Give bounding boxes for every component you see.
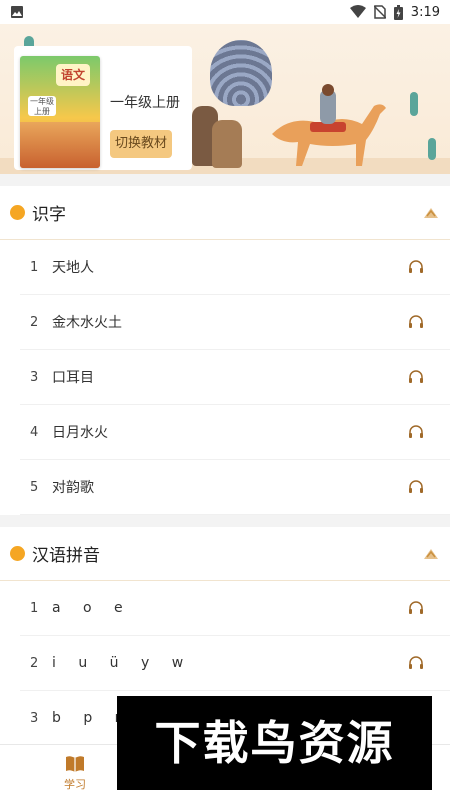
- section-header-literacy[interactable]: 识字: [0, 186, 450, 240]
- watermark-banner: 下载鸟资源: [117, 696, 432, 790]
- section-title: 识字: [32, 205, 66, 225]
- clock: 3:19: [410, 4, 440, 20]
- lesson-item[interactable]: 4 日月水火: [20, 405, 450, 460]
- lesson-number: 3: [30, 369, 39, 385]
- collapse-icon[interactable]: [422, 545, 440, 563]
- camel-rider-illustration: [272, 84, 386, 166]
- section-title: 汉语拼音: [32, 546, 100, 566]
- lesson-item[interactable]: 1 a o e: [20, 581, 450, 636]
- section-dot-icon: [10, 205, 25, 220]
- headphones-icon[interactable]: [408, 314, 424, 330]
- lesson-number: 4: [30, 424, 39, 440]
- lesson-item[interactable]: 5 对韵歌: [20, 460, 450, 515]
- cactus-right: [410, 92, 418, 116]
- lesson-name: 日月水火: [52, 425, 108, 441]
- headphones-icon[interactable]: [408, 600, 424, 616]
- switch-textbook-button[interactable]: 切换教材: [110, 130, 172, 158]
- cactus-right-2: [428, 138, 436, 160]
- lesson-name: 天地人: [52, 260, 94, 276]
- headphones-icon[interactable]: [408, 259, 424, 275]
- lesson-number: 5: [30, 479, 39, 495]
- headphones-icon[interactable]: [408, 424, 424, 440]
- lesson-name: 对韵歌: [52, 480, 94, 496]
- headphones-icon[interactable]: [408, 369, 424, 385]
- battery-icon: [393, 4, 403, 20]
- book-cover-title: 语文: [56, 64, 90, 86]
- lesson-number: 3: [30, 710, 39, 726]
- book-icon: [66, 755, 84, 772]
- lesson-name: 金木水火土: [52, 315, 122, 331]
- textbook-banner: 语文 一年级 上册 一年级上册 切换教材: [0, 24, 450, 174]
- lesson-item[interactable]: 2 金木水火土: [20, 295, 450, 350]
- lesson-item[interactable]: 1 天地人: [20, 240, 450, 295]
- no-sim-icon: [373, 5, 386, 19]
- lesson-number: 1: [30, 600, 39, 616]
- lesson-number: 2: [30, 655, 39, 671]
- book-cover-grade: 一年级 上册: [28, 96, 56, 116]
- lesson-item[interactable]: 3 口耳目: [20, 350, 450, 405]
- lesson-name: i u ü y w: [52, 655, 193, 671]
- lesson-item[interactable]: 2 i u ü y w: [20, 636, 450, 691]
- section-gap: [0, 515, 450, 527]
- lesson-list: 识字 1 天地人 2 金木水火土 3 口耳目 4 日月水火 5 对韵歌 汉语拼音: [0, 174, 450, 746]
- collapse-icon[interactable]: [422, 204, 440, 222]
- image-icon: [11, 6, 23, 18]
- lesson-number: 2: [30, 314, 39, 330]
- grade-label: 一年级上册: [110, 95, 180, 111]
- headphones-icon[interactable]: [408, 655, 424, 671]
- section-header-pinyin[interactable]: 汉语拼音: [0, 527, 450, 581]
- lesson-name: 口耳目: [52, 370, 94, 386]
- lesson-number: 1: [30, 259, 39, 275]
- book-cover-scene: [20, 122, 100, 168]
- wifi-icon: [349, 5, 366, 18]
- textbook-cover[interactable]: 语文 一年级 上册: [20, 56, 100, 168]
- lesson-name: a o e: [52, 600, 132, 616]
- figure-illustration: [212, 120, 242, 168]
- section-gap: [0, 174, 450, 186]
- section-dot-icon: [10, 546, 25, 561]
- headphones-icon[interactable]: [408, 479, 424, 495]
- status-bar: 3:19: [0, 0, 450, 24]
- nav-tab-study-label: 学习: [64, 777, 86, 791]
